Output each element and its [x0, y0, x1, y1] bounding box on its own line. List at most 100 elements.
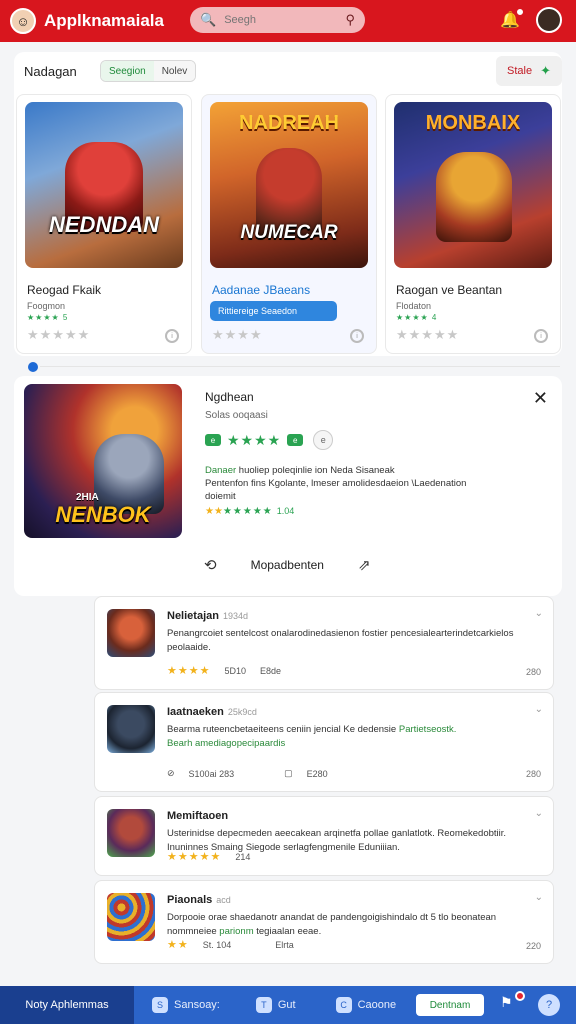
flag-badge — [515, 991, 525, 1001]
review-author: Piaonals acd — [167, 894, 231, 906]
chip-1[interactable]: Nolev — [153, 61, 196, 81]
review-footer: ⊘ S100ai 283 ▢ E280 — [167, 768, 328, 779]
review-card[interactable]: Iaatnaeken 25k9cd ⌄ Bearma ruteencbetaeit… — [94, 692, 554, 792]
search-input[interactable] — [224, 14, 335, 26]
review-avatar — [107, 705, 155, 753]
nav-cta-button[interactable]: Dentnam — [416, 994, 484, 1016]
review-meta-b: E8de — [259, 665, 281, 676]
sale-label: Stale — [507, 65, 533, 77]
review-text: Dorpooie orae shaedanotr anandat de pand… — [167, 912, 497, 937]
rating-badge: e — [287, 434, 304, 446]
detail-rating: e ★★★★ e e — [205, 430, 334, 450]
review-meta-a: S100ai 283 — [188, 768, 235, 779]
rating-stars: ★★★★★ — [27, 327, 91, 342]
chevron-down-icon[interactable]: ⌄ — [535, 892, 543, 903]
notification-dot — [515, 7, 525, 17]
review-stars: ★★★★ — [167, 665, 211, 677]
review-stars: ★★★★★ — [167, 851, 222, 863]
flag-icon[interactable]: ⚑ — [500, 991, 525, 1016]
reply-icon[interactable]: ▢ — [284, 768, 293, 779]
score-stars-gold: ★★ — [205, 506, 223, 517]
review-meta-a: 5D10 — [224, 665, 246, 676]
help-icon[interactable]: ? — [538, 994, 560, 1016]
detail-actions: ⟲ Mopadbenten ⇗ — [204, 556, 371, 574]
nav-item-1[interactable]: S Sansoay: — [152, 997, 220, 1013]
game-detail-panel: 2HIA NENBOK Ngdhean Solas ooqaasi e ★★★★… — [14, 376, 562, 596]
rating-badge: e — [205, 434, 221, 446]
review-meta-a: 214 — [235, 851, 251, 862]
search-icon: 🔍 — [200, 12, 217, 27]
review-count: 280 — [525, 769, 541, 779]
review-footer: ★★★★ 5D10 E8de — [167, 664, 281, 677]
thumbnail-top-title: NADREAH — [239, 112, 339, 134]
nav-item-2[interactable]: T Gut — [255, 997, 296, 1013]
game-card-3[interactable]: MONBAIX Raogan ve Beantan Flodaton ★★★★ … — [385, 94, 561, 354]
rating-stars: ★★★★★ — [396, 327, 460, 342]
chevron-down-icon[interactable]: ⌄ — [535, 608, 543, 619]
user-avatar[interactable] — [536, 7, 562, 33]
chevron-down-icon[interactable]: ⌄ — [535, 704, 543, 715]
nav-item-3[interactable]: C Caoone — [335, 997, 396, 1013]
detail-title: Ngdhean — [205, 390, 254, 404]
nav-icon: S — [152, 997, 168, 1013]
review-count: 220 — [525, 941, 541, 951]
rating-stars: ★★★★ — [212, 327, 263, 342]
brand-name: Applknamaiala — [44, 11, 164, 30]
detail-thumbnail[interactable]: 2HIA NENBOK — [24, 384, 182, 538]
share-icon[interactable]: ⇗ — [358, 556, 371, 574]
thumbnail-top-title: MONBAIX — [425, 112, 521, 134]
game-thumbnail[interactable]: MONBAIX — [394, 102, 552, 268]
divider — [40, 366, 560, 367]
close-icon[interactable]: ✕ — [533, 388, 548, 409]
chip-0[interactable]: Seegion — [101, 61, 154, 81]
info-icon[interactable]: i — [350, 329, 364, 343]
review-card[interactable]: Nelietajan 1934d ⌄ Penangrcoiet sentelcos… — [94, 596, 554, 690]
review-avatar — [107, 609, 155, 657]
thumbnail-title: NEDNDAN — [49, 212, 159, 237]
game-thumbnail[interactable]: NADREAH NUMECAR — [210, 102, 368, 268]
refresh-icon[interactable]: ⟲ — [204, 556, 217, 574]
detail-description: Danaer huoliep poleqinlie ion Neda Sisan… — [205, 465, 467, 502]
game-thumbnail[interactable]: NEDNDAN — [25, 102, 183, 268]
more-icon[interactable]: e — [313, 430, 334, 450]
card-small-stars: ★★★★ 4 — [396, 313, 438, 322]
featured-title: Nadagan — [24, 64, 77, 79]
review-stars: ★★ — [167, 939, 189, 951]
sale-button[interactable]: Stale ✦ — [496, 56, 562, 86]
comment-icon[interactable]: ⊘ — [167, 768, 175, 779]
nav-icon: T — [255, 997, 272, 1013]
review-author: Iaatnaeken 25k9cd — [167, 706, 257, 718]
filter-chips: Seegion Nolev — [100, 60, 197, 82]
nav-primary-button[interactable]: Noty Aphlemmas — [0, 986, 134, 1024]
info-icon[interactable]: i — [165, 329, 179, 343]
score-stars-green: ★★★★★ — [222, 506, 273, 517]
search-box[interactable]: 🔍 ⚲ — [190, 7, 365, 33]
info-icon[interactable]: i — [534, 329, 548, 343]
score-value: 1.04 — [276, 506, 295, 516]
nav-icon: C — [335, 997, 352, 1013]
card-small-stars: ★★★★ 5 — [27, 313, 69, 322]
card-action-button[interactable]: Rittiereige Seaedon — [210, 301, 337, 321]
review-card[interactable]: Piaonals acd ⌄ Dorpooie orae shaedanotr a… — [94, 880, 554, 964]
game-card-2[interactable]: NADREAH NUMECAR Aadanae JBaeans Rittiere… — [201, 94, 377, 354]
review-avatar — [107, 809, 155, 857]
review-text: Bearma ruteencbetaeiteens ceniin jencial… — [167, 724, 457, 749]
thumbnail-title: NENBOK — [55, 502, 151, 527]
game-card-1[interactable]: NEDNDAN Reogad Fkaik Foogmon ★★★★ 5 ★★★★… — [16, 94, 192, 354]
notification-button[interactable]: 🔔 — [500, 7, 525, 32]
review-footer: ★★★★★ 214 — [167, 850, 250, 863]
review-card[interactable]: Memiftaoen ⌄ Usterinidse depecmeden aeec… — [94, 796, 554, 876]
brand-logo[interactable]: ☺ — [10, 8, 36, 34]
detail-action-label[interactable]: Mopadbenten — [251, 558, 324, 572]
chevron-down-icon[interactable]: ⌄ — [535, 808, 543, 819]
top-bar: ☺ Applknamaiala 🔍 ⚲ 🔔 — [0, 0, 576, 42]
review-meta-a: St. 104 — [202, 939, 232, 950]
search-submit-icon[interactable]: ⚲ — [345, 12, 355, 28]
review-footer: ★★ St. 104 Elrta — [167, 938, 294, 951]
review-meta-b: E280 — [306, 768, 328, 779]
review-text: Penangrcoiet sentelcost onalarodinedasie… — [167, 628, 514, 653]
card-name: Raogan ve Beantan — [396, 283, 503, 297]
review-author: Nelietajan 1934d — [167, 610, 248, 622]
card-subtitle: Flodaton — [396, 301, 432, 311]
card-name: Aadanae JBaeans — [212, 283, 311, 297]
